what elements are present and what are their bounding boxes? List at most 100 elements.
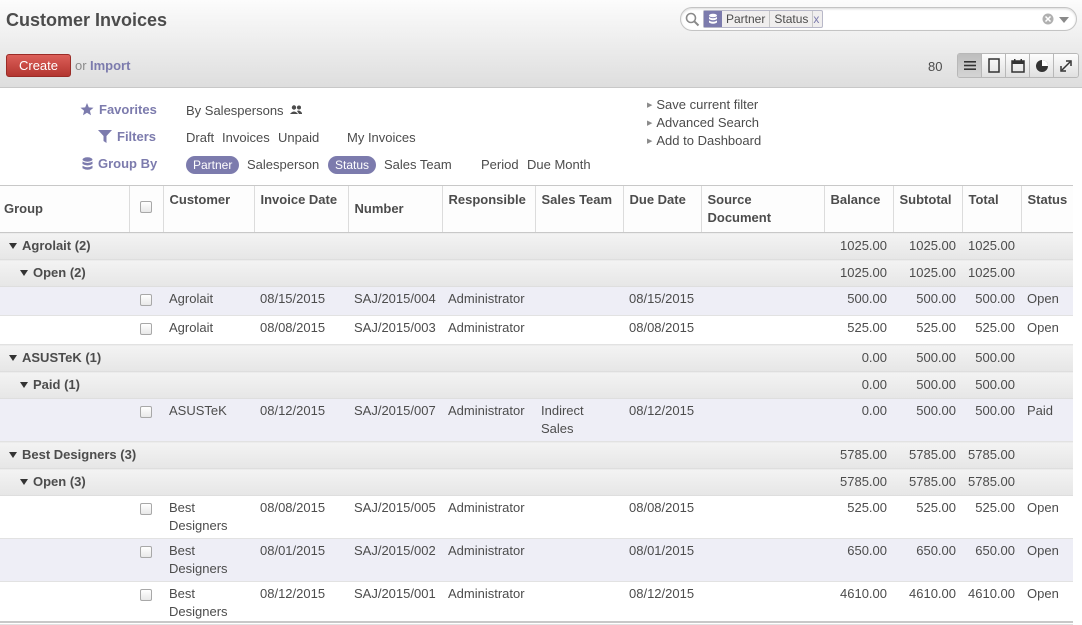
cell-due-date: 08/08/2015 (623, 495, 701, 539)
cell-responsible: Administrator (442, 398, 535, 442)
column-header-total[interactable]: Total (961, 185, 1021, 233)
facet-remove-button[interactable]: x (813, 11, 822, 27)
create-button[interactable]: Create (6, 54, 71, 77)
row-checkbox[interactable] (140, 294, 152, 306)
select-all-cell (128, 185, 163, 233)
invoice-list: Group Customer Invoice Date Number Respo… (0, 185, 1073, 625)
group-label: ASUSTeK (1) (22, 350, 102, 365)
invoice-row[interactable]: Best Designers 08/12/2015 SAJ/2015/001 Admi… (0, 581, 1073, 625)
invoice-row[interactable]: Agrolait 08/15/2015 SAJ/2015/004 Administra… (0, 286, 1073, 316)
column-header-responsible[interactable]: Responsible (441, 185, 535, 233)
row-checkbox[interactable] (140, 589, 152, 601)
fullscreen-button[interactable] (1054, 54, 1078, 77)
invoice-row[interactable]: ASUSTeK 08/12/2015 SAJ/2015/007 Administrat… (0, 398, 1073, 442)
cell-responsible: Administrator (442, 581, 535, 625)
cell-responsible: Administrator (442, 286, 535, 316)
facet-value-partner: Partner (722, 11, 771, 27)
group-row[interactable]: ASUSTeK (1) 0.00 500.00 500.00 (0, 344, 1073, 372)
import-link[interactable]: Import (90, 58, 130, 73)
search-facet-groupby[interactable]: Partner Status x (703, 10, 824, 28)
search-box[interactable]: Partner Status x (680, 7, 1077, 31)
group-row[interactable]: Agrolait (2) 1025.00 1025.00 1025.00 (0, 232, 1073, 260)
group-total: 500.00 (962, 344, 1021, 372)
groupby-sales-team[interactable]: Sales Team (384, 157, 452, 172)
group-header-cell[interactable]: Paid (1) (0, 371, 824, 399)
subgroup-row[interactable]: Open (2) 1025.00 1025.00 1025.00 (0, 259, 1073, 287)
group-header-cell[interactable]: ASUSTeK (1) (0, 344, 824, 372)
row-checkbox[interactable] (140, 546, 152, 558)
cell-due-date: 08/15/2015 (623, 286, 701, 316)
select-cell (129, 538, 163, 582)
groupby-salesperson[interactable]: Salesperson (247, 157, 319, 172)
filter-unpaid[interactable]: Unpaid (278, 130, 319, 145)
cell-invoice-date: 08/08/2015 (254, 495, 348, 539)
group-status-cell (1021, 232, 1073, 260)
column-header-customer[interactable]: Customer (162, 185, 254, 233)
form-view-button[interactable] (982, 54, 1006, 77)
table-header-row: Group Customer Invoice Date Number Respo… (0, 185, 1073, 233)
column-header-due-date[interactable]: Due Date (622, 185, 701, 233)
add-to-dashboard-link[interactable]: Add to Dashboard (647, 133, 761, 148)
cell-sales-team (535, 495, 623, 539)
clear-search-icon[interactable] (1042, 13, 1054, 25)
pie-chart-icon (1035, 59, 1048, 72)
groupby-due-month[interactable]: Due Month (527, 157, 591, 172)
subgroup-row[interactable]: Paid (1) 0.00 500.00 500.00 (0, 371, 1073, 399)
cell-sales-team (535, 581, 623, 625)
cell-total: 650.00 (962, 538, 1021, 582)
group-total: 500.00 (962, 371, 1021, 399)
search-dropdown-icon[interactable] (1059, 17, 1069, 23)
invoice-row[interactable]: Agrolait 08/08/2015 SAJ/2015/003 Administra… (0, 315, 1073, 345)
group-header-cell[interactable]: Best Designers (3) (0, 441, 824, 469)
invoice-row[interactable]: Best Designers 08/08/2015 SAJ/2015/005 Admi… (0, 495, 1073, 539)
save-current-filter-link[interactable]: Save current filter (647, 97, 758, 112)
page-title: Customer Invoices (6, 10, 168, 30)
caret-down-icon (9, 243, 17, 249)
column-header-group[interactable]: Group (0, 185, 129, 233)
select-all-checkbox[interactable] (140, 201, 152, 213)
group-subtotal: 500.00 (893, 371, 962, 399)
cell-invoice-date: 08/12/2015 (254, 398, 348, 442)
group-total: 1025.00 (962, 259, 1021, 287)
column-header-source-document[interactable]: Source Document (700, 185, 824, 233)
row-checkbox[interactable] (140, 503, 152, 515)
cell-customer: Best Designers (163, 581, 254, 625)
group-header-cell[interactable]: Open (3) (0, 468, 824, 496)
group-spacer-cell (0, 398, 129, 442)
graph-view-button[interactable] (1030, 54, 1054, 77)
filter-draft[interactable]: Draft (186, 130, 214, 145)
groupby-status[interactable]: Status (328, 156, 377, 174)
invoice-row[interactable]: Best Designers 08/01/2015 SAJ/2015/002 Admi… (0, 538, 1073, 582)
cell-balance: 525.00 (824, 315, 893, 345)
cell-total: 4610.00 (962, 581, 1021, 625)
list-view-button[interactable] (958, 54, 982, 77)
filter-invoices[interactable]: Invoices (222, 130, 270, 145)
cell-balance: 0.00 (824, 398, 893, 442)
column-header-balance[interactable]: Balance (823, 185, 893, 233)
subgroup-row[interactable]: Open (3) 5785.00 5785.00 5785.00 (0, 468, 1073, 496)
cell-balance: 650.00 (824, 538, 893, 582)
column-header-number[interactable]: Number (347, 185, 442, 233)
group-header-cell[interactable]: Open (2) (0, 259, 824, 287)
column-header-sales-team[interactable]: Sales Team (534, 185, 623, 233)
advanced-search-link[interactable]: Advanced Search (647, 115, 759, 130)
column-header-subtotal[interactable]: Subtotal (892, 185, 962, 233)
column-header-status[interactable]: Status (1020, 185, 1073, 233)
row-checkbox[interactable] (140, 323, 152, 335)
filter-my-invoices[interactable]: My Invoices (347, 130, 416, 145)
group-total: 5785.00 (962, 441, 1021, 469)
group-subtotal: 1025.00 (893, 232, 962, 260)
group-row[interactable]: Best Designers (3) 5785.00 5785.00 5785.00 (0, 441, 1073, 469)
cell-invoice-date: 08/08/2015 (254, 315, 348, 345)
cell-number: SAJ/2015/001 (348, 581, 442, 625)
calendar-view-button[interactable] (1006, 54, 1030, 77)
pager-count[interactable]: 80 (928, 59, 942, 74)
groupby-partner[interactable]: Partner (186, 156, 240, 174)
cell-sales-team (535, 286, 623, 316)
group-header-cell[interactable]: Agrolait (2) (0, 232, 824, 260)
group-balance: 5785.00 (824, 468, 893, 496)
favorite-by-salespersons[interactable]: By Salespersons (186, 103, 303, 118)
row-checkbox[interactable] (140, 406, 152, 418)
groupby-period[interactable]: Period (481, 157, 519, 172)
column-header-invoice-date[interactable]: Invoice Date (253, 185, 348, 233)
